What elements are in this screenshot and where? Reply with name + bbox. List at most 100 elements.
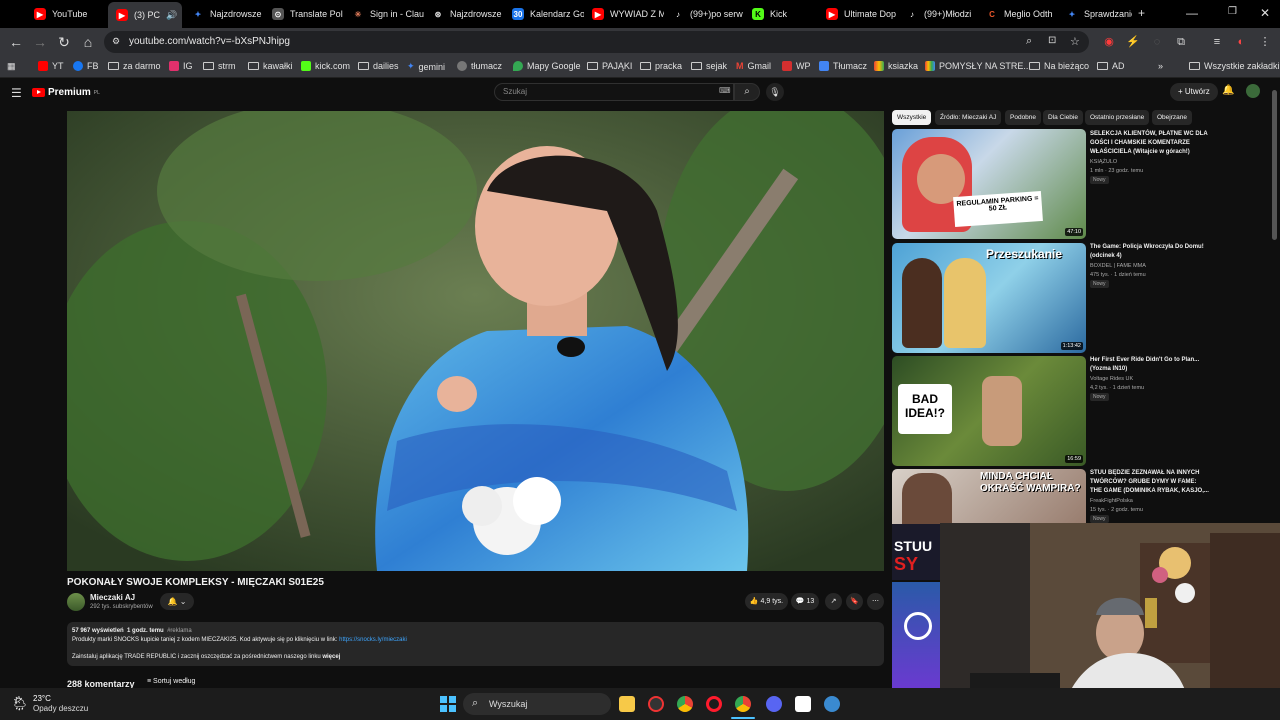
- bookmark-za-darmo[interactable]: za darmo: [108, 61, 161, 71]
- tab-najzdrowsze[interactable]: ✦ Najzdrowsze: [184, 3, 264, 25]
- channel-name[interactable]: Mieczaki AJ: [90, 593, 135, 602]
- bookmark-maps[interactable]: Mapy Google: [513, 61, 581, 71]
- bookmark-wp[interactable]: WP: [782, 61, 811, 71]
- menu-dots-icon[interactable]: ⋮: [1258, 35, 1272, 49]
- youtube-logo[interactable]: Premium PL: [32, 87, 100, 98]
- opera-icon[interactable]: [706, 696, 722, 712]
- tab-najzdrowsze-2[interactable]: ⊛ Najzdrowsze: [424, 3, 504, 25]
- tab-sprawdzanie[interactable]: ✦ Sprawdzanie: [1058, 3, 1132, 25]
- bookmark-kawalki[interactable]: kawałki: [248, 61, 293, 71]
- bookmark-kick[interactable]: kick.com: [301, 61, 350, 71]
- share-button[interactable]: ↗: [825, 593, 842, 610]
- tab-search-icon[interactable]: ≡: [1210, 35, 1224, 49]
- bookmark-na-biezaco[interactable]: Na bieżąco: [1029, 61, 1089, 71]
- bookmark-gmail[interactable]: M Gmail: [736, 61, 771, 71]
- page-scrollbar[interactable]: [1272, 90, 1277, 240]
- bookmark-star-icon[interactable]: ☆: [1070, 35, 1080, 48]
- url-text[interactable]: youtube.com/watch?v=-bXsPNJhipg: [129, 36, 290, 47]
- chip-related[interactable]: Podobne: [1005, 110, 1042, 125]
- recommendation-thumbnail[interactable]: [892, 582, 940, 688]
- bookmark-tlumacz[interactable]: tłumacz: [457, 61, 502, 71]
- recommendation-title[interactable]: STUU BĘDZIE ZEZNAWAŁ NA INNYCH TWÓRCÓW? …: [1090, 469, 1210, 496]
- apps-grid-icon[interactable]: ▦: [7, 61, 16, 72]
- bookmark-sejak[interactable]: sejak: [691, 61, 727, 71]
- sort-comments-button[interactable]: ≡ Sortuj według: [147, 678, 195, 685]
- recommendation-thumbnail[interactable]: STUU SY: [892, 524, 940, 580]
- back-icon[interactable]: ←: [8, 34, 24, 50]
- bookmark-pracka[interactable]: pracka: [640, 61, 682, 71]
- recommendation-channel[interactable]: BOXDEL | FAME MMA: [1090, 262, 1146, 270]
- more-bookmarks-icon[interactable]: »: [1158, 61, 1163, 71]
- chrome-icon[interactable]: [735, 696, 751, 712]
- recommendation-thumbnail[interactable]: BAD IDEA!? 16:59: [892, 356, 1086, 466]
- profile-icon[interactable]: ◐: [1234, 35, 1248, 49]
- site-info-icon[interactable]: ⚙: [112, 36, 120, 47]
- tab-tiktok[interactable]: ♪ (99+)po serw: [664, 3, 744, 25]
- forward-icon[interactable]: →: [32, 34, 48, 50]
- search-button[interactable]: ⌕: [734, 83, 760, 101]
- weather-temperature[interactable]: 23°C: [33, 694, 51, 703]
- new-tab-icon[interactable]: +: [1138, 6, 1145, 20]
- show-more-button[interactable]: więcej: [322, 654, 340, 660]
- keyboard-icon[interactable]: ⌨: [719, 86, 731, 95]
- tab-calendar[interactable]: 30 Kalendarz Go: [504, 3, 584, 25]
- address-bar[interactable]: ⚙ youtube.com/watch?v=-bXsPNJhipg ⌕ ⊡ ☆: [104, 31, 1089, 53]
- tab-ultimate[interactable]: ▶ Ultimate Dop: [818, 3, 898, 25]
- recommendation-channel[interactable]: KSIĄŻULO: [1090, 158, 1117, 166]
- account-avatar[interactable]: [1246, 84, 1260, 98]
- reload-icon[interactable]: ↻: [56, 34, 72, 50]
- windows-start-icon[interactable]: [440, 696, 456, 712]
- bookmark-pomysly[interactable]: POMYSŁY NA STRE...: [925, 61, 1031, 71]
- channel-avatar[interactable]: [67, 593, 85, 611]
- recommendation-thumbnail[interactable]: Przeszukanie 1:13:42: [892, 243, 1086, 353]
- chip-source-channel[interactable]: Źródło: Mieczaki AJ: [935, 110, 1002, 125]
- subscription-bell-button[interactable]: 🔔 ⌄: [160, 593, 194, 610]
- bookmark-yt[interactable]: YT: [38, 61, 64, 71]
- tab-current-video[interactable]: ▶ (3) PC 🔊 ✕: [108, 2, 182, 28]
- bookmark-ad[interactable]: AD: [1097, 61, 1125, 71]
- weather-icon[interactable]: 🌦: [11, 695, 29, 712]
- bookmark-ig[interactable]: IG: [169, 61, 193, 71]
- recommendation-thumbnail[interactable]: REGULAMIN PARKING = 50 ZŁ 47:10: [892, 129, 1086, 239]
- chip-watched[interactable]: Obejrzane: [1152, 110, 1192, 125]
- chip-all[interactable]: Wszystkie: [892, 110, 932, 125]
- install-app-icon[interactable]: ⊡: [1048, 35, 1056, 46]
- recommendation-channel[interactable]: FreakFightPolska: [1090, 497, 1133, 505]
- app-icon[interactable]: [795, 696, 811, 712]
- extensions-puzzle-icon[interactable]: ⧉: [1174, 35, 1188, 49]
- tab-translate[interactable]: ⊙ Translate Pol: [264, 3, 344, 25]
- record-icon[interactable]: ◉: [1102, 35, 1116, 49]
- tab-claude[interactable]: ✳ Sign in - Clau: [344, 3, 424, 25]
- bookmark-gemini[interactable]: ✦ gemini: [407, 61, 445, 72]
- more-actions-button[interactable]: ⋯: [867, 593, 884, 610]
- chip-recently-uploaded[interactable]: Ostatnio przesłane: [1085, 110, 1150, 125]
- tab-wywiad[interactable]: ▶ WYWIAD Z M: [584, 3, 664, 25]
- recommendation-title[interactable]: Her First Ever Ride Didn't Go to Plan...…: [1090, 356, 1210, 374]
- extension-icon[interactable]: ⚡: [1126, 35, 1140, 49]
- voice-search-button[interactable]: 🎙: [766, 83, 784, 101]
- create-button[interactable]: + Utwórz: [1170, 83, 1218, 101]
- bookmark-pajaki[interactable]: PAJĄKI: [587, 61, 632, 71]
- tab-kick[interactable]: K Kick: [744, 3, 818, 25]
- zoom-icon[interactable]: ⌕: [1026, 35, 1032, 48]
- minimize-icon[interactable]: —: [1186, 6, 1198, 20]
- description-box[interactable]: 57 967 wyświetleń 1 godz. temu #reklama …: [67, 622, 884, 666]
- hamburger-menu-icon[interactable]: ☰: [11, 86, 22, 100]
- record-app-icon[interactable]: [648, 696, 664, 712]
- bookmark-dailies[interactable]: dailies: [358, 61, 399, 71]
- chrome-canary-icon[interactable]: [677, 696, 693, 712]
- save-button[interactable]: 🔖: [846, 593, 863, 610]
- notifications-bell-icon[interactable]: 🔔: [1222, 85, 1234, 96]
- speaker-icon[interactable]: 🔊: [166, 10, 177, 21]
- tab-meglio[interactable]: C Meglio Odth: [978, 3, 1058, 25]
- tab-tiktok-2[interactable]: ♪ (99+)Młodzi: [898, 3, 978, 25]
- recommendation-title[interactable]: The Game: Policja Wkroczyła Do Domu! (od…: [1090, 243, 1210, 261]
- restore-icon[interactable]: ❐: [1228, 6, 1237, 17]
- like-button[interactable]: 👍 4,9 tys.: [745, 593, 788, 610]
- comments-button[interactable]: 💬 13: [791, 593, 819, 610]
- description-link[interactable]: https://snocks.ly/mieczaki: [339, 637, 407, 643]
- bookmark-fb[interactable]: FB: [73, 61, 99, 71]
- bookmark-ksiazka[interactable]: ksiazka: [874, 61, 918, 71]
- recommendation-title[interactable]: SELEKCJA KLIENTÓW, PŁATNE WC DLA GOŚCI I…: [1090, 130, 1210, 157]
- discord-icon[interactable]: [766, 696, 782, 712]
